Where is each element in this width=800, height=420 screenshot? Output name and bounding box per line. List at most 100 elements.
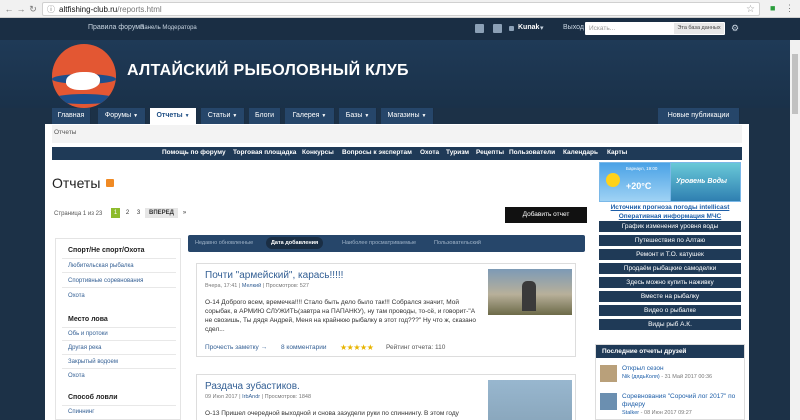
filter-item[interactable]: Закрытый водоем xyxy=(68,359,118,365)
side-menu-item[interactable]: Вместе на рыбалку xyxy=(599,291,741,303)
report-thumbnail[interactable] xyxy=(488,269,572,315)
friend-report-author[interactable]: Nik (дядьКоля) xyxy=(622,374,660,380)
friend-report-title[interactable]: Открыл сезон xyxy=(622,365,664,372)
messages-icon[interactable] xyxy=(475,24,484,33)
tab-forums[interactable]: Форумы ▼ xyxy=(98,108,146,124)
secnav-hunting[interactable]: Охота xyxy=(420,149,439,156)
alerts-icon[interactable] xyxy=(493,24,502,33)
page-2-button[interactable]: 2 xyxy=(123,208,132,218)
add-report-button[interactable]: Добавить отчет xyxy=(505,207,587,223)
tab-recently-updated[interactable]: Недавно обновленные xyxy=(195,240,253,246)
chevron-down-icon[interactable]: ▾ xyxy=(540,24,544,32)
filter-item[interactable]: Спиннинг xyxy=(68,409,94,415)
filter-item[interactable]: Охота xyxy=(68,373,85,379)
filter-item[interactable]: Обь и протоки xyxy=(68,331,108,337)
filter-item[interactable]: Другая река xyxy=(68,345,101,351)
report-thumbnail[interactable] xyxy=(488,380,572,420)
tab-date-added[interactable]: Дата добавления xyxy=(266,237,324,249)
search-input[interactable]: Искать... Эта база данных xyxy=(585,22,725,35)
report-title[interactable]: Почти "армейский", карась!!!!! xyxy=(205,270,343,281)
comments-link[interactable]: 8 комментарии xyxy=(281,344,327,351)
chevron-down-icon: ▼ xyxy=(421,113,427,119)
tab-shops[interactable]: Магазины ▼ xyxy=(381,108,434,124)
new-posts-tab[interactable]: Новые публикации xyxy=(658,108,740,124)
scrollbar-thumb[interactable] xyxy=(792,54,798,114)
side-menu-item[interactable]: Здесь можно купить наживку xyxy=(599,277,741,289)
sort-tabs: Недавно обновленные Дата добавления Наиб… xyxy=(188,235,585,252)
next-page-button[interactable]: ВПЕРЕД xyxy=(145,208,178,218)
back-icon[interactable]: ← xyxy=(4,4,14,14)
filter-item[interactable]: Спортивные соревнования xyxy=(68,278,143,284)
tab-blogs[interactable]: Блоги xyxy=(249,108,281,124)
secnav-contests[interactable]: Конкурсы xyxy=(302,149,334,156)
weather-forecast[interactable]: Барнаул, 19:00 +20°C xyxy=(600,163,670,201)
rating-label: Рейтинг отчета: 110 xyxy=(386,344,446,351)
secnav-maps[interactable]: Карты xyxy=(607,149,627,156)
friend-report-author[interactable]: Stalker xyxy=(622,410,639,416)
search-scope-button[interactable]: Эта база данных xyxy=(674,23,724,34)
gear-icon[interactable]: ⚙ xyxy=(731,23,739,33)
report-title[interactable]: Раздача зубастиков. xyxy=(205,381,300,392)
avatar[interactable] xyxy=(600,393,617,410)
tab-custom[interactable]: Пользовательский xyxy=(434,240,481,246)
chevron-down-icon: ▼ xyxy=(133,113,139,119)
tab-articles[interactable]: Статьи ▼ xyxy=(201,108,245,124)
mchs-info-link[interactable]: Оперативная информация МЧС xyxy=(599,213,741,220)
search-placeholder: Искать... xyxy=(589,25,616,32)
moderator-panel-link[interactable]: Панель Модератора xyxy=(140,25,197,31)
extension-icon[interactable]: ■ xyxy=(770,3,775,14)
last-page-icon[interactable]: » xyxy=(180,208,189,218)
tab-bases[interactable]: Базы ▼ xyxy=(339,108,377,124)
forward-icon[interactable]: → xyxy=(16,4,26,14)
club-logo[interactable] xyxy=(52,44,116,108)
rating-stars[interactable]: ★★★★★ xyxy=(340,343,374,352)
reload-icon[interactable]: ↻ xyxy=(28,4,38,14)
address-bar[interactable]: ⓘ altfishing-club.ru/reports.html ☆ xyxy=(42,2,760,16)
secnav-users[interactable]: Пользователи xyxy=(509,149,555,156)
secnav-tourism[interactable]: Туризм xyxy=(446,149,469,156)
menu-icon[interactable]: ⋮ xyxy=(785,3,794,14)
breadcrumb-item[interactable]: Отчеты xyxy=(54,129,76,136)
secnav-help[interactable]: Помощь по форуму xyxy=(162,149,226,156)
friend-report-title[interactable]: Соревнования "Сорочий лог 2017" по фидер… xyxy=(622,393,740,409)
page-info-icon[interactable]: ⓘ xyxy=(47,5,55,14)
logout-link[interactable]: Выход xyxy=(563,24,584,31)
filter-item[interactable]: Любительская рыбалка xyxy=(68,263,134,269)
filter-item[interactable]: Охота xyxy=(68,293,85,299)
read-more-link[interactable]: Прочесть заметку → xyxy=(205,344,267,351)
side-menu-item[interactable]: График изменения уровня воды xyxy=(599,221,741,233)
report-author[interactable]: IrbAndr xyxy=(242,394,260,400)
secnav-recipes[interactable]: Рецепты xyxy=(476,149,504,156)
tab-reports[interactable]: Отчеты ▼ xyxy=(150,108,197,124)
breadcrumb: Отчеты xyxy=(52,125,742,143)
filter-sidebar: Спорт/Не спорт/Охота Любительская рыбалк… xyxy=(55,238,181,420)
secnav-calendar[interactable]: Календарь xyxy=(563,149,598,156)
user-menu[interactable]: Kunak xyxy=(518,24,539,31)
page-1-button[interactable]: 1 xyxy=(111,208,120,218)
water-level-banner[interactable]: Уровень Воды xyxy=(671,163,740,201)
bookmark-star-icon[interactable]: ☆ xyxy=(746,4,755,15)
side-menu-item[interactable]: Продаём рыбацкие самоделки xyxy=(599,263,741,275)
side-menu-item[interactable]: Путешествия по Алтаю xyxy=(599,235,741,247)
report-author[interactable]: Мелкий xyxy=(242,283,261,289)
side-menu-item[interactable]: Ремонт и Т.О. катушек xyxy=(599,249,741,261)
site-title[interactable]: АЛТАЙСКИЙ РЫБОЛОВНЫЙ КЛУБ xyxy=(127,62,409,80)
content-panel: Отчеты Помощь по форуму Торговая площадк… xyxy=(45,124,749,420)
rules-link[interactable]: Правила форума xyxy=(88,24,144,31)
tab-gallery[interactable]: Галерея ▼ xyxy=(285,108,335,124)
chevron-down-icon: ▼ xyxy=(184,113,190,119)
report-excerpt: О-14 Доброго всем, времечка!!!! Стало бы… xyxy=(205,299,476,333)
rss-icon[interactable] xyxy=(106,179,114,187)
tab-home[interactable]: Главная xyxy=(52,108,91,124)
tab-most-viewed[interactable]: Наиболее просматриваемые xyxy=(342,240,416,246)
page-3-button[interactable]: 3 xyxy=(134,208,143,218)
secnav-experts[interactable]: Вопросы к экспертам xyxy=(342,149,412,156)
weather-widget[interactable]: Барнаул, 19:00 +20°C Уровень Воды xyxy=(599,162,741,202)
weather-source-link[interactable]: Источник прогноза погоды intellicast xyxy=(599,204,741,211)
page-scrollbar[interactable] xyxy=(790,40,800,420)
side-menu-item[interactable]: Видео о рыбалке xyxy=(599,305,741,317)
side-menu-item[interactable]: Виды рыб А.К. xyxy=(599,319,741,331)
secnav-market[interactable]: Торговая площадка xyxy=(233,149,296,156)
avatar[interactable] xyxy=(600,365,617,382)
friend-report-item: Открыл сезон Nik (дядьКоля) - 31 Май 201… xyxy=(600,365,740,387)
